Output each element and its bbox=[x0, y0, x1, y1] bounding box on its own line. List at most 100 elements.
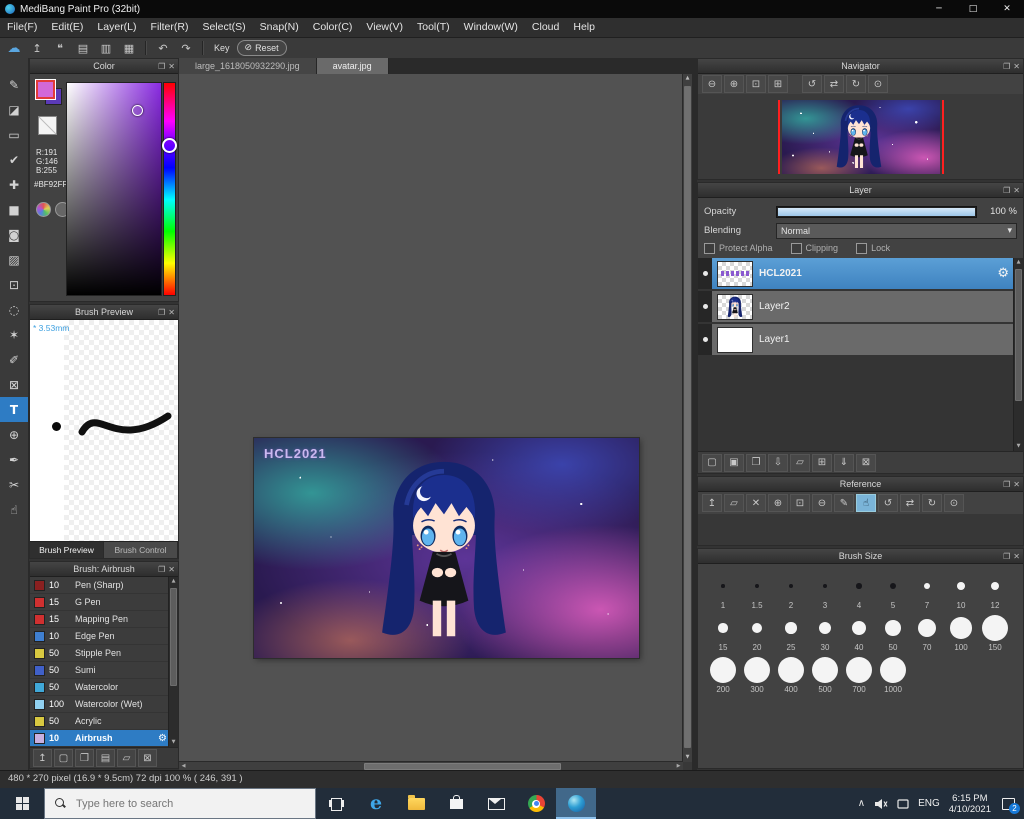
hand-tool[interactable]: ☝ bbox=[0, 497, 28, 522]
brush-size-option[interactable]: 1 bbox=[706, 570, 740, 612]
brush-size-option[interactable]: 200 bbox=[706, 654, 740, 696]
zoom-fit-icon[interactable]: ⊡ bbox=[790, 494, 810, 512]
canvas-viewport[interactable]: HCL2021 bbox=[179, 74, 683, 762]
brush-edit-icon[interactable]: ▤ bbox=[96, 749, 115, 767]
rotate-reset-icon[interactable]: ⊙ bbox=[868, 75, 888, 93]
protect-alpha-checkbox[interactable] bbox=[704, 242, 715, 254]
search-input[interactable] bbox=[74, 796, 278, 811]
brush-size-option[interactable]: 700 bbox=[842, 654, 876, 696]
brush-item[interactable]: 15 G Pen bbox=[30, 594, 169, 611]
reference-preview-area[interactable] bbox=[698, 514, 1023, 545]
scroll-up-icon[interactable]: ▲ bbox=[1014, 258, 1023, 267]
menu-tool[interactable]: Tool(T) bbox=[410, 18, 457, 37]
brush-item-selected[interactable]: 10 Airbrush ⚙ bbox=[30, 730, 169, 747]
menu-file[interactable]: File(F) bbox=[0, 18, 44, 37]
lock-checkbox[interactable] bbox=[856, 242, 868, 254]
task-view-button[interactable] bbox=[316, 788, 356, 819]
layer-settings-gear-icon[interactable]: ⚙ bbox=[997, 266, 1009, 281]
snap-tool[interactable]: ✔ bbox=[0, 147, 28, 172]
menu-window[interactable]: Window(W) bbox=[457, 18, 525, 37]
apply-layer-icon[interactable]: ⊞ bbox=[812, 453, 832, 472]
opacity-slider[interactable] bbox=[776, 205, 977, 218]
layer-visibility-toggle[interactable] bbox=[698, 258, 712, 289]
menu-layer[interactable]: Layer(L) bbox=[90, 18, 143, 37]
navigator-thumbnail[interactable] bbox=[781, 99, 940, 174]
upload-icon[interactable]: ↥ bbox=[27, 40, 47, 56]
popout-icon[interactable]: ❐ bbox=[1003, 186, 1010, 195]
hidden-icons-chevron[interactable]: ∧ bbox=[858, 798, 865, 809]
brush-size-option[interactable]: 25 bbox=[774, 612, 808, 654]
taskbar-clock[interactable]: 6:15 PM 4/10/2021 bbox=[949, 793, 991, 815]
close-panel-icon[interactable]: ✕ bbox=[1013, 62, 1020, 71]
popout-icon[interactable]: ❐ bbox=[158, 308, 165, 317]
brush-item[interactable]: 50 Watercolor bbox=[30, 679, 169, 696]
brush-size-option[interactable]: 20 bbox=[740, 612, 774, 654]
popout-icon[interactable]: ❐ bbox=[1003, 552, 1010, 561]
blending-select[interactable]: Normal ▾ bbox=[776, 222, 1017, 239]
rotate-cw-icon[interactable]: ↻ bbox=[846, 75, 866, 93]
reference-hand-icon[interactable]: ☝ bbox=[856, 494, 876, 512]
close-panel-icon[interactable]: ✕ bbox=[1013, 480, 1020, 489]
menu-filter[interactable]: Filter(R) bbox=[144, 18, 196, 37]
layer-visibility-toggle[interactable] bbox=[698, 324, 712, 355]
close-panel-icon[interactable]: ✕ bbox=[168, 565, 175, 574]
brush-new-icon[interactable]: ▢ bbox=[54, 749, 73, 767]
brush-settings-gear-icon[interactable]: ⚙ bbox=[158, 733, 167, 744]
lasso-tool[interactable]: ◌ bbox=[0, 297, 28, 322]
menu-view[interactable]: View(V) bbox=[359, 18, 410, 37]
start-button[interactable] bbox=[0, 788, 44, 819]
popout-icon[interactable]: ❐ bbox=[158, 565, 165, 574]
rotate-ccw-icon[interactable]: ↺ bbox=[878, 494, 898, 512]
scroll-down-icon[interactable]: ▼ bbox=[1014, 442, 1023, 451]
brush-size-option[interactable]: 15 bbox=[706, 612, 740, 654]
rotate-cw-icon[interactable]: ↻ bbox=[922, 494, 942, 512]
zoom-out-icon[interactable]: ⊖ bbox=[702, 75, 722, 93]
brush-upload-icon[interactable]: ↥ bbox=[33, 749, 52, 767]
grid-toggle-icon[interactable]: ▤ bbox=[73, 40, 93, 56]
close-panel-icon[interactable]: ✕ bbox=[168, 308, 175, 317]
canvas-vertical-scrollbar[interactable]: ▲ ▼ bbox=[682, 74, 692, 762]
brush-size-option[interactable]: 30 bbox=[808, 612, 842, 654]
close-panel-icon[interactable]: ✕ bbox=[1013, 186, 1020, 195]
taskbar-search[interactable] bbox=[44, 788, 316, 819]
brush-size-option[interactable]: 40 bbox=[842, 612, 876, 654]
brush-folder-icon[interactable]: ▱ bbox=[117, 749, 136, 767]
hue-marker[interactable] bbox=[162, 138, 177, 153]
menu-select[interactable]: Select(S) bbox=[195, 18, 252, 37]
menu-color[interactable]: Color(C) bbox=[306, 18, 360, 37]
color-wheel-button[interactable] bbox=[36, 202, 51, 217]
brush-size-option[interactable]: 10 bbox=[944, 570, 978, 612]
flip-horizontal-icon[interactable]: ⇄ bbox=[900, 494, 920, 512]
layer-folder-icon[interactable]: ▱ bbox=[790, 453, 810, 472]
popout-icon[interactable]: ❐ bbox=[1003, 62, 1010, 71]
brush-item[interactable]: 50 Sumi bbox=[30, 662, 169, 679]
add-layer-icon[interactable]: ▢ bbox=[702, 453, 722, 472]
layer-row-selected[interactable]: HCL2021 ⚙ bbox=[698, 258, 1014, 289]
magic-wand-tool[interactable]: ✶ bbox=[0, 322, 28, 347]
layer-row[interactable]: Layer1 bbox=[698, 324, 1014, 355]
scrollbar-thumb[interactable] bbox=[364, 763, 561, 770]
bucket-tool[interactable]: ◙ bbox=[0, 222, 28, 247]
brush-size-option[interactable]: 12 bbox=[978, 570, 1012, 612]
zoom-in-icon[interactable]: ⊕ bbox=[768, 494, 788, 512]
menu-help[interactable]: Help bbox=[566, 18, 602, 37]
zoom-actual-icon[interactable]: ⊞ bbox=[768, 75, 788, 93]
brush-size-option[interactable]: 100 bbox=[944, 612, 978, 654]
brush-size-option[interactable]: 4 bbox=[842, 570, 876, 612]
hue-bar[interactable] bbox=[162, 82, 177, 296]
delete-layer-icon[interactable]: ⊠ bbox=[856, 453, 876, 472]
brush-size-option[interactable]: 1000 bbox=[876, 654, 910, 696]
select-pen-tool[interactable]: ✐ bbox=[0, 347, 28, 372]
brush-size-option[interactable]: 70 bbox=[910, 612, 944, 654]
sv-marker[interactable] bbox=[132, 105, 143, 116]
brush-size-option[interactable]: 150 bbox=[978, 612, 1012, 654]
foreground-color-swatch[interactable] bbox=[35, 79, 56, 100]
merge-down-icon[interactable]: ⇓ bbox=[834, 453, 854, 472]
file-explorer-button[interactable] bbox=[396, 788, 436, 819]
brush-item[interactable]: 15 Mapping Pen bbox=[30, 611, 169, 628]
panel-left-toggle-icon[interactable]: ▥ bbox=[96, 40, 116, 56]
brush-list-scrollbar[interactable]: ▲ ▼ bbox=[168, 577, 178, 747]
cloud-icon[interactable]: ☁ bbox=[4, 40, 24, 56]
brush-size-option[interactable]: 2 bbox=[774, 570, 808, 612]
chrome-button[interactable] bbox=[516, 788, 556, 819]
